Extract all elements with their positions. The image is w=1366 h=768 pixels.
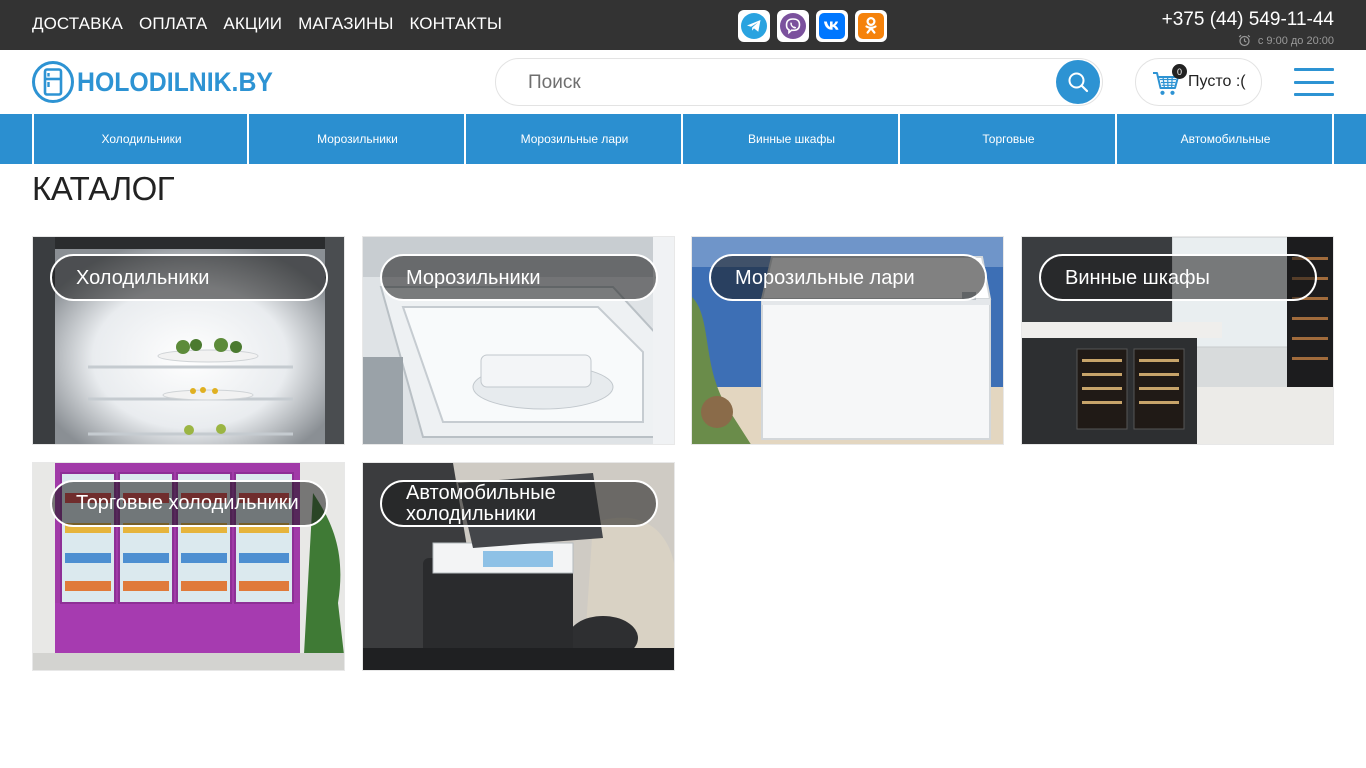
- catalog-card-chest-freezers[interactable]: Морозильные лари: [691, 236, 1004, 445]
- viber-icon: [780, 13, 806, 39]
- catalog-card-label: Автомобильные холодильники: [380, 480, 658, 527]
- category-tab-chest-freezers[interactable]: Морозильные лари: [464, 114, 683, 164]
- logo-text: HOLODILNIK.BY: [77, 66, 273, 97]
- catalog-card-refrigerators[interactable]: Холодильники: [32, 236, 345, 445]
- hamburger-icon-line: [1294, 80, 1334, 84]
- vk-icon: [819, 13, 845, 39]
- category-tab-refrigerators[interactable]: Холодильники: [32, 114, 249, 164]
- nav-link-payment[interactable]: ОПЛАТА: [139, 14, 207, 34]
- catalog-card-label: Винные шкафы: [1039, 254, 1317, 301]
- category-tab-freezers[interactable]: Морозильники: [247, 114, 466, 164]
- catalog-card-automotive[interactable]: Автомобильные холодильники: [362, 462, 675, 671]
- nav-link-contacts[interactable]: КОНТАКТЫ: [409, 14, 502, 34]
- menu-button[interactable]: [1294, 68, 1334, 96]
- category-nav: Холодильники Морозильники Морозильные ла…: [0, 114, 1366, 164]
- catalog-card-wine-cabinets[interactable]: Винные шкафы: [1021, 236, 1334, 445]
- category-tab-automotive[interactable]: Автомобильные: [1115, 114, 1334, 164]
- catalog-card-label: Холодильники: [50, 254, 328, 301]
- catalog-card-freezers[interactable]: Морозильники: [362, 236, 675, 445]
- working-hours-text: с 9:00 до 20:00: [1257, 34, 1334, 47]
- hamburger-icon-line: [1294, 93, 1334, 96]
- viber-link[interactable]: [777, 10, 809, 42]
- search-box: [495, 58, 1103, 106]
- social-links: [738, 10, 887, 42]
- main-header: HOLODILNIK.BY 0 Пусто :(: [0, 50, 1366, 114]
- search-input[interactable]: [528, 71, 1028, 95]
- telegram-icon: [741, 13, 767, 39]
- category-tab-wine-cabinets[interactable]: Винные шкафы: [681, 114, 900, 164]
- cart-button[interactable]: 0 Пусто :(: [1135, 58, 1262, 106]
- fridge-logo-icon: [32, 61, 74, 103]
- top-bar: ДОСТАВКА ОПЛАТА АКЦИИ МАГАЗИНЫ КОНТАКТЫ: [0, 0, 1366, 50]
- page-title: КАТАЛОГ: [32, 170, 175, 207]
- nav-link-promotions[interactable]: АКЦИИ: [223, 14, 282, 34]
- catalog-card-commercial[interactable]: Торговые холодильники: [32, 462, 345, 671]
- catalog-card-label: Торговые холодильники: [50, 480, 328, 527]
- catalog-card-label: Морозильники: [380, 254, 658, 301]
- odnoklassniki-link[interactable]: [855, 10, 887, 42]
- site-logo[interactable]: HOLODILNIK.BY: [32, 61, 290, 103]
- search-button[interactable]: [1056, 60, 1100, 104]
- odnoklassniki-icon: [858, 13, 884, 39]
- alarm-clock-icon: [1238, 34, 1251, 47]
- cart-count-badge: 0: [1172, 64, 1187, 79]
- phone-number[interactable]: +375 (44) 549-11-44: [1162, 9, 1334, 31]
- hamburger-icon-line: [1294, 68, 1334, 71]
- catalog-card-label: Морозильные лари: [709, 254, 987, 301]
- vk-link[interactable]: [816, 10, 848, 42]
- nav-link-delivery[interactable]: ДОСТАВКА: [32, 14, 123, 34]
- cart-status: Пусто :(: [1188, 73, 1246, 90]
- category-tab-commercial[interactable]: Торговые: [898, 114, 1117, 164]
- nav-link-stores[interactable]: МАГАЗИНЫ: [298, 14, 393, 34]
- category-nav-divider: [1332, 114, 1334, 164]
- telegram-link[interactable]: [738, 10, 770, 42]
- search-icon: [1068, 72, 1089, 93]
- working-hours: с 9:00 до 20:00: [1238, 34, 1334, 47]
- top-nav: ДОСТАВКА ОПЛАТА АКЦИИ МАГАЗИНЫ КОНТАКТЫ: [32, 14, 502, 34]
